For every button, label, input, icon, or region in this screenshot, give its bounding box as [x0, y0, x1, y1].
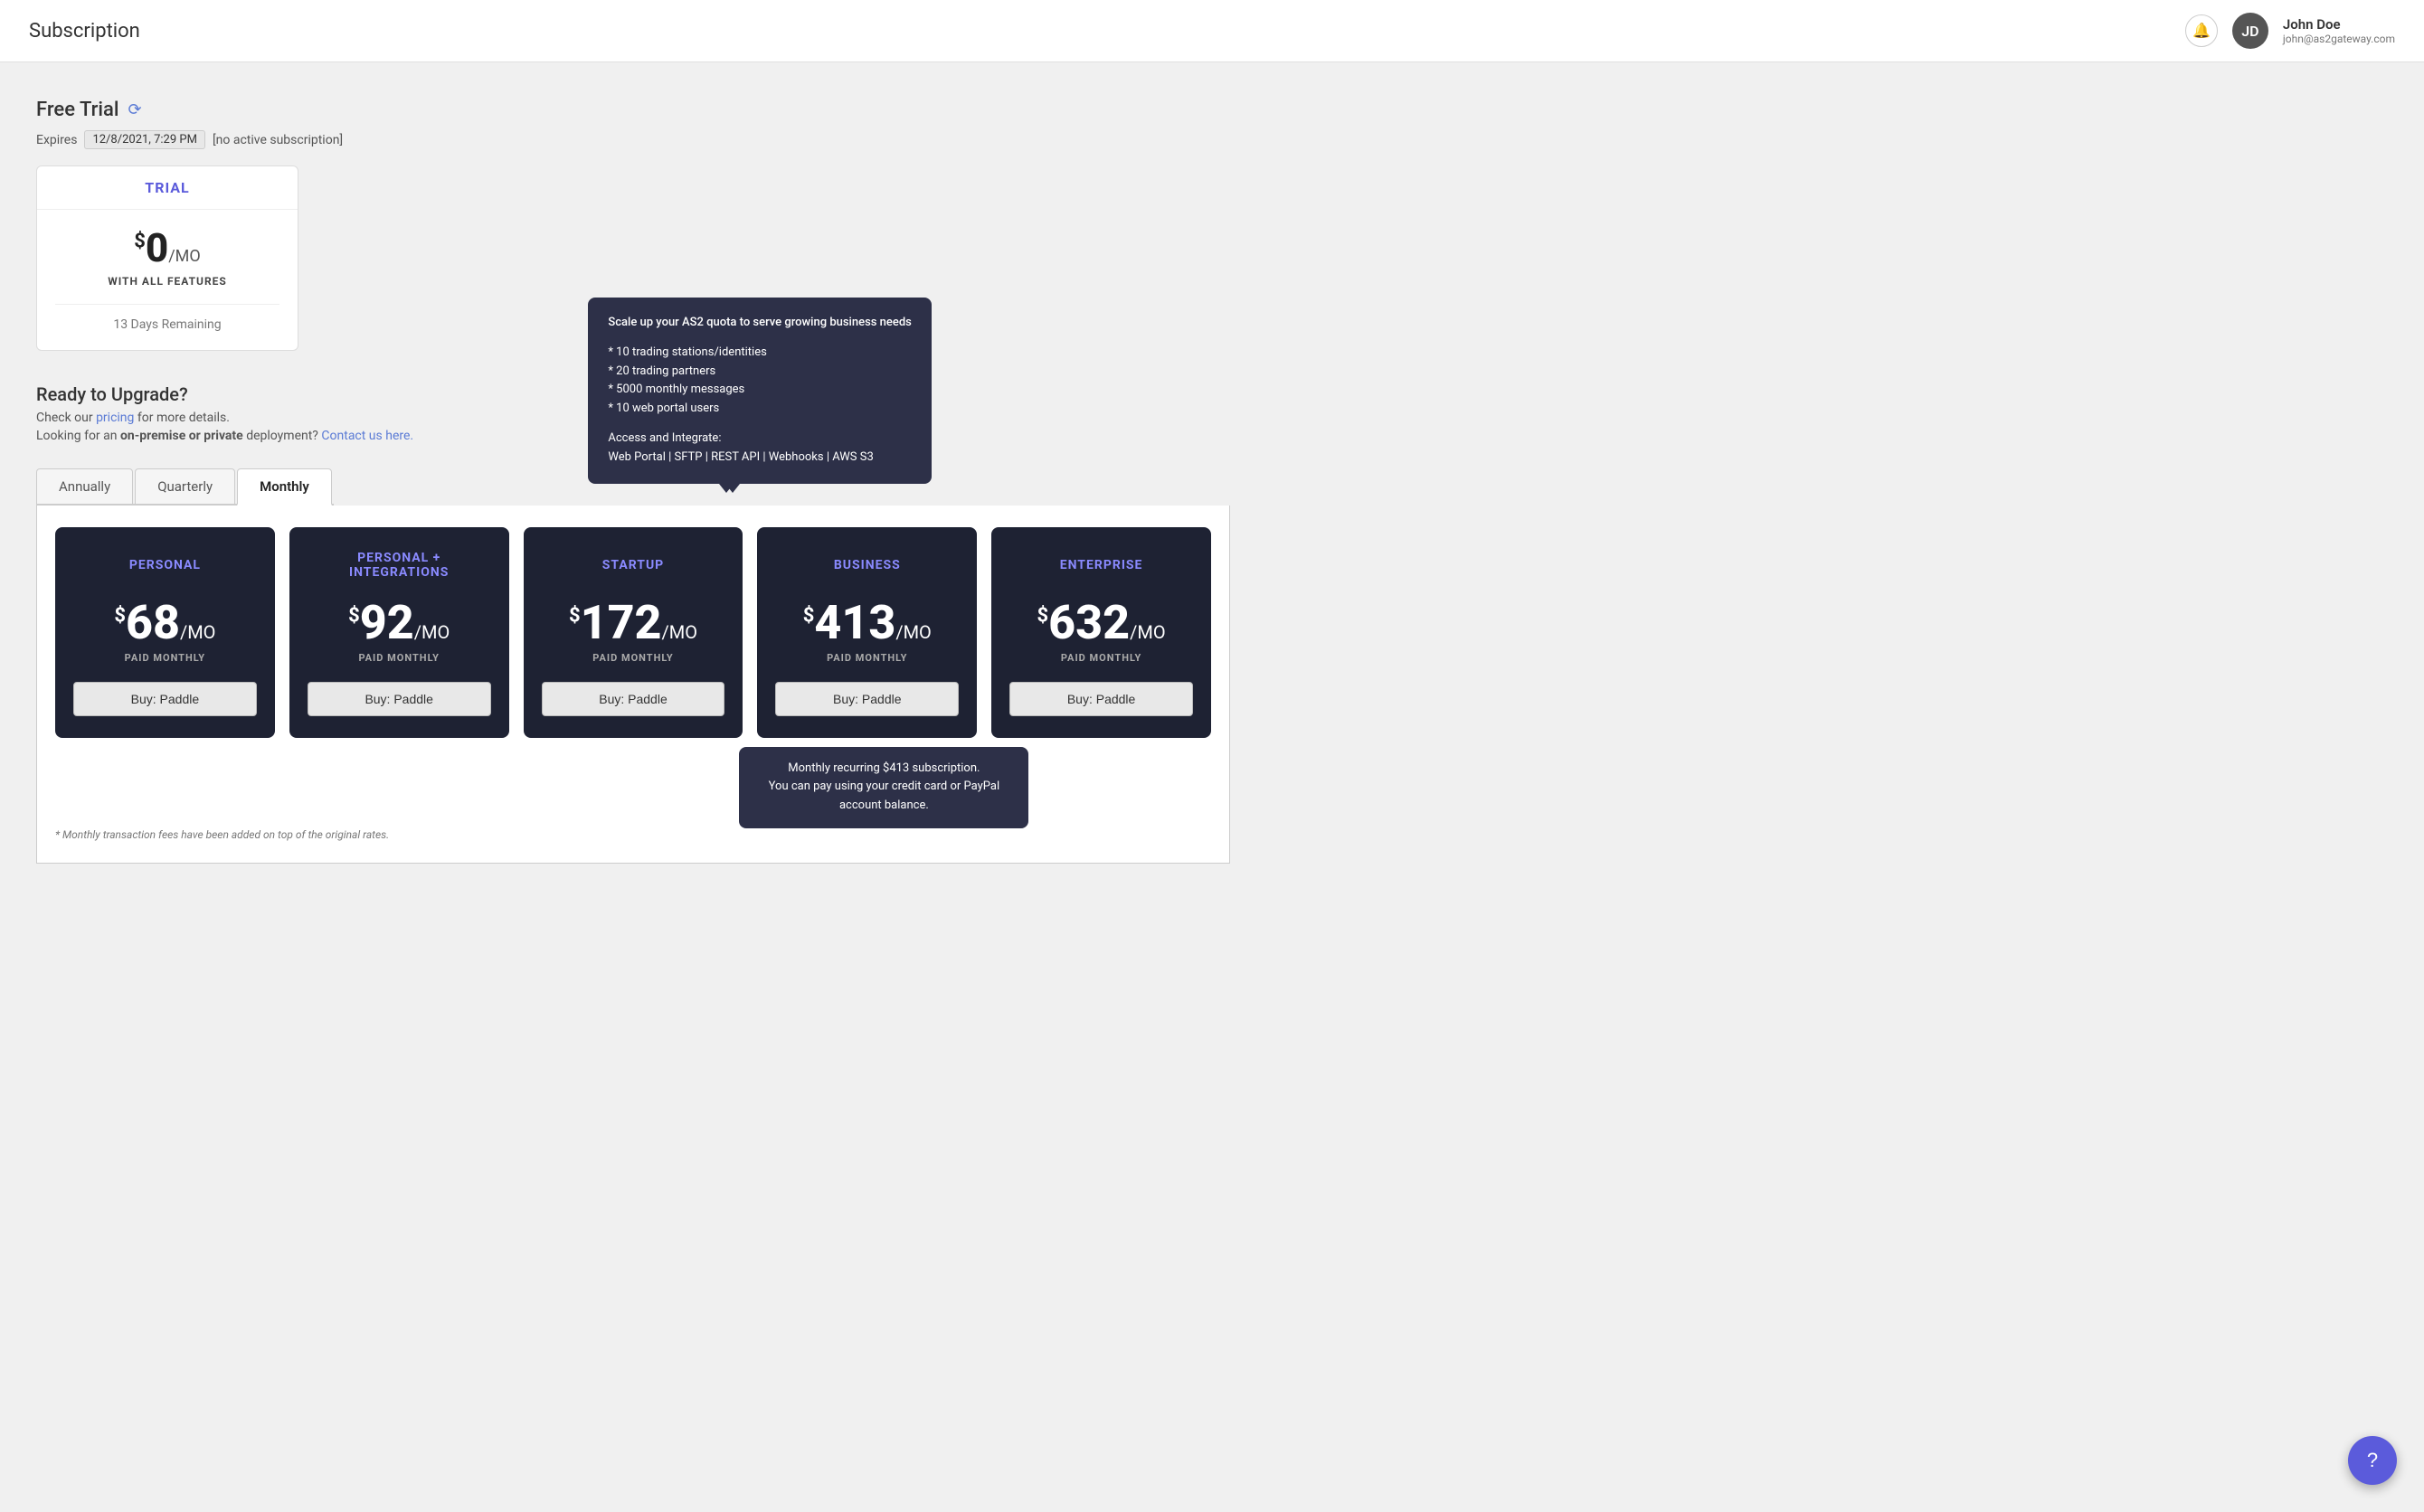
header-right: 🔔 JD John Doe john@as2gateway.com — [2185, 13, 2395, 49]
upgrade-line2-bold: on-premise or private — [120, 429, 243, 443]
expires-badge: 12/8/2021, 7:29 PM — [84, 130, 205, 149]
plan-business-buy-btn[interactable]: Buy: Paddle — [775, 682, 959, 716]
notification-bell[interactable]: 🔔 — [2185, 14, 2218, 47]
plan-personal-integrations-name: PERSONAL +INTEGRATIONS — [308, 549, 491, 581]
upgrade-line1-pre: Check our — [36, 411, 96, 425]
plan-enterprise-amount: 632 — [1048, 595, 1130, 650]
help-button[interactable]: ? — [2348, 1436, 2397, 1485]
expires-row: Expires 12/8/2021, 7:29 PM [no active su… — [36, 130, 1230, 149]
trial-card-body: $0/MO WITH ALL FEATURES 13 Days Remainin… — [37, 210, 298, 350]
plan-pi-dollar: $ — [348, 605, 360, 628]
plan-business-price: $413/MO — [775, 600, 959, 647]
plan-business-amount: 413 — [814, 595, 895, 650]
pricing-cards: PERSONAL $68/MO PAID MONTHLY Buy: Paddle… — [55, 527, 1211, 738]
plan-personal-name: PERSONAL — [73, 549, 257, 581]
trial-card: TRIAL $0/MO WITH ALL FEATURES 13 Days Re… — [36, 165, 298, 351]
plan-startup-amount: 172 — [581, 595, 662, 650]
header: Subscription 🔔 JD John Doe john@as2gatew… — [0, 0, 2424, 62]
expires-label: Expires — [36, 133, 77, 147]
plan-startup-price: $172/MO — [542, 600, 725, 647]
user-info: John Doe john@as2gateway.com — [2283, 16, 2395, 45]
user-name: John Doe — [2283, 16, 2395, 33]
refresh-icon[interactable]: ⟳ — [128, 100, 141, 119]
tooltip-access-label: Access and Integrate: — [608, 430, 912, 449]
plan-pi-billing: PAID MONTHLY — [308, 652, 491, 664]
trial-card-label: TRIAL — [37, 166, 298, 210]
tooltip-feature-2: * 20 trading partners — [608, 363, 912, 382]
free-trial-label: Free Trial — [36, 99, 118, 121]
upgrade-line1-post: for more details. — [134, 411, 230, 425]
plan-startup-period: /MO — [662, 621, 697, 643]
plan-personal-integrations: PERSONAL +INTEGRATIONS $92/MO PAID MONTH… — [289, 527, 509, 738]
plan-enterprise-period: /MO — [1130, 621, 1165, 643]
tooltip-feature-1: * 10 trading stations/identities — [608, 344, 912, 363]
tooltip-heading: Scale up your AS2 quota to serve growing… — [608, 314, 912, 333]
plan-business-period: /MO — [895, 621, 931, 643]
bottom-tooltip-line1: Monthly recurring $413 subscription. — [755, 760, 1012, 779]
plan-enterprise-name: ENTERPRISE — [1009, 549, 1193, 581]
plan-startup-billing: PAID MONTHLY — [542, 652, 725, 664]
billing-tabs: Annually Quarterly Monthly — [36, 468, 334, 506]
free-trial-heading: Free Trial ⟳ — [36, 99, 1230, 121]
tab-quarterly[interactable]: Quarterly — [135, 468, 235, 504]
plan-enterprise-billing: PAID MONTHLY — [1009, 652, 1193, 664]
plan-personal: PERSONAL $68/MO PAID MONTHLY Buy: Paddle — [55, 527, 275, 738]
trial-price-amount: 0 — [146, 224, 168, 271]
trial-price-period: /MO — [168, 247, 201, 266]
plan-business: BUSINESS $413/MO PAID MONTHLY Buy: Paddl… — [757, 527, 977, 738]
no-subscription-text: [no active subscription] — [213, 133, 343, 147]
plan-enterprise: ENTERPRISE $632/MO PAID MONTHLY Buy: Pad… — [991, 527, 1211, 738]
transaction-note: * Monthly transaction fees have been add… — [55, 828, 1211, 841]
plan-personal-buy-btn[interactable]: Buy: Paddle — [73, 682, 257, 716]
avatar: JD — [2232, 13, 2268, 49]
plan-enterprise-buy-btn[interactable]: Buy: Paddle — [1009, 682, 1193, 716]
contact-link[interactable]: Contact us here. — [321, 429, 413, 443]
tooltip-access-detail: Web Portal | SFTP | REST API | Webhooks … — [608, 449, 912, 468]
main-content: Free Trial ⟳ Expires 12/8/2021, 7:29 PM … — [0, 62, 1266, 900]
tooltip-feature-3: * 5000 monthly messages — [608, 381, 912, 400]
trial-price: $0/MO — [55, 228, 279, 268]
plan-business-name: BUSINESS — [775, 549, 959, 581]
bottom-tooltip-line2: You can pay using your credit card or Pa… — [755, 778, 1012, 816]
plan-pi-buy-btn[interactable]: Buy: Paddle — [308, 682, 491, 716]
plan-personal-dollar: $ — [114, 605, 126, 628]
pricing-link[interactable]: pricing — [96, 411, 134, 425]
user-email: john@as2gateway.com — [2283, 33, 2395, 45]
plan-startup-name: STARTUP — [542, 549, 725, 581]
trial-features: WITH ALL FEATURES — [55, 275, 279, 288]
plan-startup-buy-btn[interactable]: Buy: Paddle — [542, 682, 725, 716]
plan-personal-integrations-price: $92/MO — [308, 600, 491, 647]
plan-personal-billing: PAID MONTHLY — [73, 652, 257, 664]
plan-startup: STARTUP $172/MO PAID MONTHLY Buy: Paddle — [524, 527, 743, 738]
upgrade-line2-mid: deployment? — [243, 429, 322, 443]
upgrade-line2-pre: Looking for an — [36, 429, 120, 443]
plan-startup-dollar: $ — [569, 605, 581, 628]
plan-pi-period: /MO — [414, 621, 450, 643]
plan-personal-price: $68/MO — [73, 600, 257, 647]
trial-remaining: 13 Days Remaining — [55, 317, 279, 332]
plan-business-dollar: $ — [803, 605, 815, 628]
business-bottom-tooltip: Monthly recurring $413 subscription. You… — [739, 747, 1028, 828]
tab-annually[interactable]: Annually — [36, 468, 133, 504]
trial-price-dollar: $ — [134, 230, 146, 252]
pricing-section: Scale up your AS2 quota to serve growing… — [36, 506, 1230, 864]
tab-monthly[interactable]: Monthly — [237, 468, 332, 506]
page-title: Subscription — [29, 20, 140, 43]
business-tooltip: Scale up your AS2 quota to serve growing… — [588, 298, 932, 484]
plan-enterprise-dollar: $ — [1037, 605, 1049, 628]
tooltip-feature-4: * 10 web portal users — [608, 400, 912, 419]
plan-personal-amount: 68 — [126, 595, 180, 650]
plan-enterprise-price: $632/MO — [1009, 600, 1193, 647]
plan-personal-period: /MO — [180, 621, 215, 643]
plan-pi-amount: 92 — [360, 595, 414, 650]
trial-divider — [55, 304, 279, 305]
plan-business-billing: PAID MONTHLY — [775, 652, 959, 664]
